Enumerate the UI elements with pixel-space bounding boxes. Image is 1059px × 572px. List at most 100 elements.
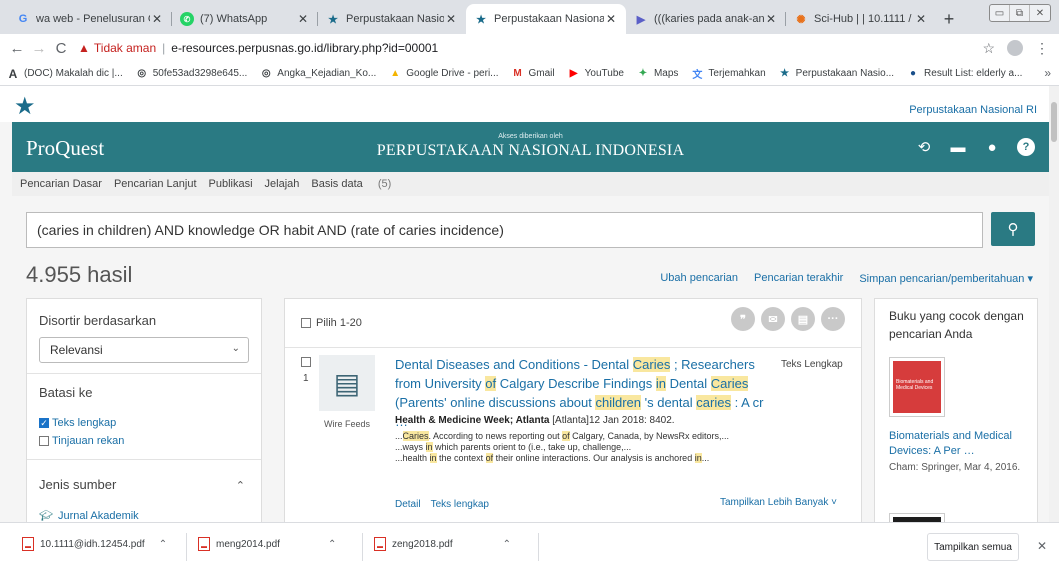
- perpusnas-link[interactable]: Perpustakaan Nasional RI: [909, 104, 1037, 116]
- search-nav: Pencarian Dasar Pencarian Lanjut Publika…: [12, 172, 1049, 196]
- back-icon[interactable]: ←: [6, 40, 28, 57]
- peer-reviewed-label: Tinjauan rekan: [52, 435, 125, 447]
- globe-icon: ◎: [261, 68, 271, 79]
- bookmark-item[interactable]: ▶ YouTube: [567, 67, 624, 81]
- show-all-downloads-button[interactable]: Tampilkan semua: [927, 533, 1019, 561]
- chevron-up-icon[interactable]: ⌃: [328, 539, 336, 550]
- snippet-line: ...health in the context of their online…: [395, 453, 849, 464]
- show-more-link[interactable]: Tampilkan Lebih Banyak ˅: [720, 497, 837, 508]
- more-options-icon[interactable]: ···: [821, 307, 845, 331]
- sort-select[interactable]: Relevansi ⌄: [39, 337, 249, 363]
- scholar-icon: ▶: [636, 13, 646, 26]
- chevron-up-icon[interactable]: ⌃: [236, 479, 245, 492]
- result-checkbox[interactable]: [301, 357, 311, 367]
- nav-advanced-search[interactable]: Pencarian Lanjut: [114, 178, 197, 190]
- book-title-link[interactable]: Biomaterials and Medical Devices: A Per …: [889, 429, 1029, 459]
- bookmark-label: Perpustakaan Nasio...: [795, 68, 895, 79]
- print-icon[interactable]: ▤: [791, 307, 815, 331]
- bookmark-item[interactable]: ✦ Maps: [636, 67, 679, 81]
- bookmark-item[interactable]: ▲ Google Drive - peri...: [388, 67, 498, 81]
- page-scrollbar[interactable]: [1049, 86, 1059, 522]
- apps-icon[interactable]: A: [6, 67, 20, 81]
- chevron-up-icon[interactable]: ⌃: [503, 539, 511, 550]
- bookmark-item[interactable]: ◎ Angka_Kejadian_Ko...: [259, 67, 376, 81]
- nav-browse[interactable]: Jelajah: [265, 178, 300, 190]
- more-bookmarks-icon[interactable]: »: [1044, 66, 1051, 80]
- bookmark-item[interactable]: M Gmail: [511, 67, 554, 81]
- perpusnas-logo-icon[interactable]: ★: [14, 92, 36, 121]
- bookmark-item[interactable]: ★ Perpustakaan Nasio...: [778, 67, 894, 81]
- folder-icon[interactable]: ▬: [949, 138, 967, 156]
- download-item[interactable]: ▬ zeng2018.pdf ⌃: [374, 537, 511, 551]
- tab-perpusnas-active[interactable]: ★ Perpustakaan Nasional R ✕: [466, 4, 626, 34]
- globe-icon: ◎: [137, 68, 147, 79]
- chevron-up-icon[interactable]: ⌃: [159, 539, 167, 550]
- reload-icon[interactable]: C: [50, 40, 72, 57]
- profile-avatar[interactable]: [1007, 40, 1023, 56]
- tab-karies-search[interactable]: ▶ (((karies pada anak-anak ✕: [626, 4, 786, 34]
- close-icon[interactable]: ✕: [1037, 539, 1047, 553]
- source-academic-journal[interactable]: 🎓︎ Jurnal Akademik: [39, 509, 139, 523]
- not-secure-label[interactable]: Tidak aman: [94, 41, 156, 55]
- download-item[interactable]: ▬ meng2014.pdf ⌃: [198, 537, 336, 551]
- menu-kebab-icon[interactable]: ⋮: [1035, 40, 1049, 57]
- omnibox[interactable]: ▲ Tidak aman | e-resources.perpusnas.go.…: [78, 36, 982, 60]
- search-term-highlight: in: [694, 453, 702, 463]
- search-button[interactable]: ⚲: [991, 212, 1035, 246]
- bookmark-item[interactable]: (DOC) Makalah dic |...: [24, 68, 123, 79]
- new-tab-button[interactable]: +: [936, 4, 962, 34]
- close-tab-icon[interactable]: ✕: [150, 12, 164, 26]
- search-term-highlight: Caries: [402, 431, 429, 441]
- tab-wa-web-search[interactable]: G wa web - Penelusuran G ✕: [8, 4, 172, 34]
- bookmark-label: Result List: elderly a...: [924, 68, 1023, 79]
- newspaper-icon[interactable]: ▤: [319, 355, 375, 411]
- bookmark-star-icon[interactable]: ☆: [982, 40, 995, 57]
- tab-whatsapp[interactable]: ✆ (7) WhatsApp ✕: [172, 4, 318, 34]
- recent-searches-link[interactable]: Pencarian terakhir: [754, 272, 843, 285]
- peer-reviewed-checkbox[interactable]: Tinjauan rekan: [39, 435, 124, 447]
- forward-icon[interactable]: →: [28, 40, 50, 57]
- full-text-checkbox[interactable]: ✓ Teks lengkap: [39, 417, 116, 429]
- bookmark-item[interactable]: 文 Terjemahkan: [690, 67, 765, 81]
- search-term-highlight: of: [485, 453, 494, 463]
- help-icon[interactable]: ?: [1017, 138, 1035, 156]
- email-icon[interactable]: ✉: [761, 307, 785, 331]
- result-number: 1: [303, 373, 309, 384]
- maps-icon: ✦: [638, 68, 648, 79]
- tab-perpusnas-1[interactable]: ★ Perpustakaan Nasional R ✕: [318, 4, 466, 34]
- bookmark-item[interactable]: ● Result List: elderly a...: [906, 67, 1022, 81]
- download-item[interactable]: ▬ 10.1111@idh.12454.pdf ⌃: [22, 537, 167, 551]
- nav-publications[interactable]: Publikasi: [209, 178, 253, 190]
- modify-search-link[interactable]: Ubah pencarian: [660, 272, 738, 285]
- select-all-checkbox[interactable]: Pilih 1-20: [301, 317, 362, 329]
- user-icon[interactable]: ●: [983, 138, 1001, 156]
- download-shelf: ▬ 10.1111@idh.12454.pdf ⌃ ▬ meng2014.pdf…: [0, 522, 1059, 572]
- close-tab-icon[interactable]: ✕: [296, 12, 310, 26]
- tab-title: (((karies pada anak-anak: [654, 13, 764, 25]
- url-text[interactable]: e-resources.perpusnas.go.id/library.php?…: [171, 41, 438, 55]
- tab-scihub[interactable]: ✺ Sci-Hub | | 10.1111 / idh. ✕: [786, 4, 936, 34]
- cite-icon[interactable]: ❞: [731, 307, 755, 331]
- save-search-link[interactable]: Simpan pencarian/pemberitahuan ▾: [859, 272, 1033, 285]
- search-input[interactable]: (caries in children) AND knowledge OR ha…: [26, 212, 983, 248]
- close-window-icon[interactable]: ✕: [1030, 5, 1050, 21]
- search-term-highlight: caries: [696, 395, 731, 410]
- bookmark-item[interactable]: ◎ 50fe53ad3298e645...: [135, 67, 247, 81]
- close-tab-icon[interactable]: ✕: [444, 12, 458, 26]
- book-cover-2[interactable]: [889, 513, 945, 522]
- history-icon[interactable]: ⟲: [915, 138, 933, 156]
- detail-link[interactable]: Detail: [395, 499, 421, 510]
- sort-value: Relevansi: [50, 343, 103, 357]
- full-text-link[interactable]: Teks lengkap: [431, 499, 489, 510]
- restore-icon[interactable]: ⧉: [1010, 5, 1030, 21]
- minimize-icon[interactable]: ▭: [990, 5, 1010, 21]
- search-icon: ⚲: [1007, 221, 1019, 238]
- search-term-highlight: Caries: [710, 376, 749, 391]
- nav-databases[interactable]: Basis data (5): [311, 178, 403, 190]
- close-tab-icon[interactable]: ✕: [604, 12, 618, 26]
- close-tab-icon[interactable]: ✕: [764, 12, 778, 26]
- close-tab-icon[interactable]: ✕: [914, 12, 928, 26]
- nav-basic-search[interactable]: Pencarian Dasar: [20, 178, 102, 190]
- checkbox-empty-icon: [39, 436, 49, 446]
- book-cover[interactable]: Biomaterials and Medical Devices: [889, 357, 945, 417]
